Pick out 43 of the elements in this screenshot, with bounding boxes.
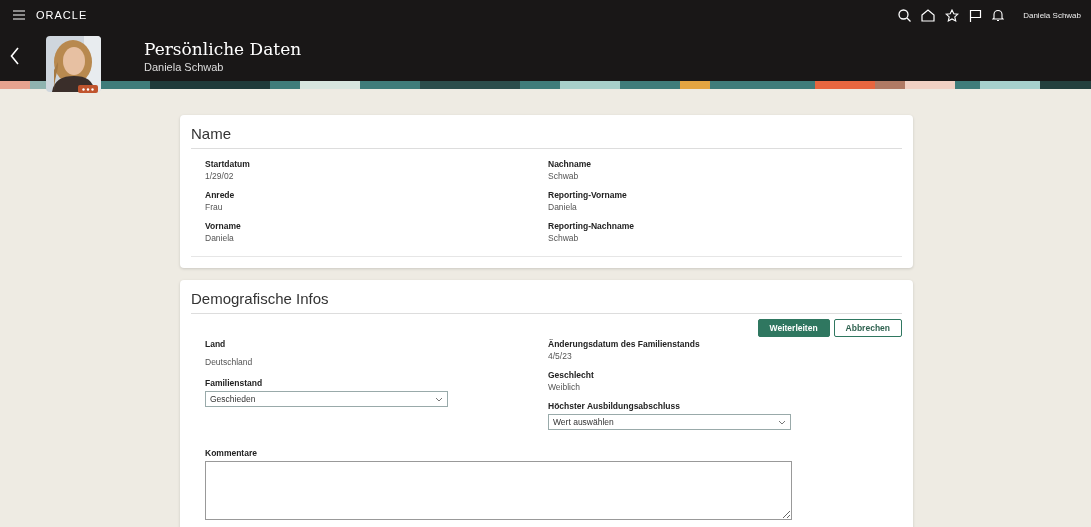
field-value: Daniela [205,233,235,243]
section-title: Demografische Infos [191,290,902,314]
page-subtitle: Daniela Schwab [144,60,225,73]
field-label: Anrede [205,190,236,200]
field-value: Weiblich [548,382,581,392]
dropdown-field[interactable]: Geschieden [205,391,448,407]
field-label: Kommentare [205,448,258,458]
field-label: Änderungsdatum des Familienstands [548,339,701,349]
field-label: Reporting-Nachname [548,221,635,231]
star-icon[interactable] [945,8,960,22]
page-title: Persönliche Daten [144,38,302,59]
field-value: Schwab [548,171,580,181]
field-label: Familienstand [205,378,264,388]
bell-icon[interactable] [992,8,1005,22]
field-value: 1/29/02 [205,171,235,181]
field-value: Schwab [548,233,580,243]
field-value: Deutschland [205,357,254,367]
more-button[interactable] [78,85,98,93]
field-label: Nachname [548,159,592,169]
flag-icon[interactable] [969,8,983,22]
brand-logo: ORACLE [36,9,88,21]
field-label: Geschlecht [548,370,595,380]
field-label: Land [205,339,227,349]
chevron-down-icon [435,396,443,402]
menu-icon[interactable] [13,10,25,20]
field-label: Höchster Ausbildungsabschluss [548,401,681,411]
comments-field[interactable] [205,461,792,520]
field-value: Daniela [548,202,578,212]
field-label: Reporting-Vorname [548,190,628,200]
search-icon[interactable] [898,8,912,22]
dropdown-field[interactable]: Wert auswählen [548,414,791,430]
back-icon[interactable] [10,46,20,65]
cancel-button[interactable]: Abbrechen [833,319,902,337]
home-icon[interactable] [921,8,936,22]
user-name[interactable]: Daniela Schwab [1023,10,1081,20]
field-label: Startdatum [205,159,251,169]
section-title: Name [191,125,902,149]
field-value: Frau [205,202,224,212]
chevron-down-icon [778,419,786,425]
dots-icon [82,87,94,91]
field-label: Vorname [205,221,242,231]
field-value: 4/5/23 [548,351,573,361]
submit-button[interactable]: Weiterleiten [757,319,830,337]
